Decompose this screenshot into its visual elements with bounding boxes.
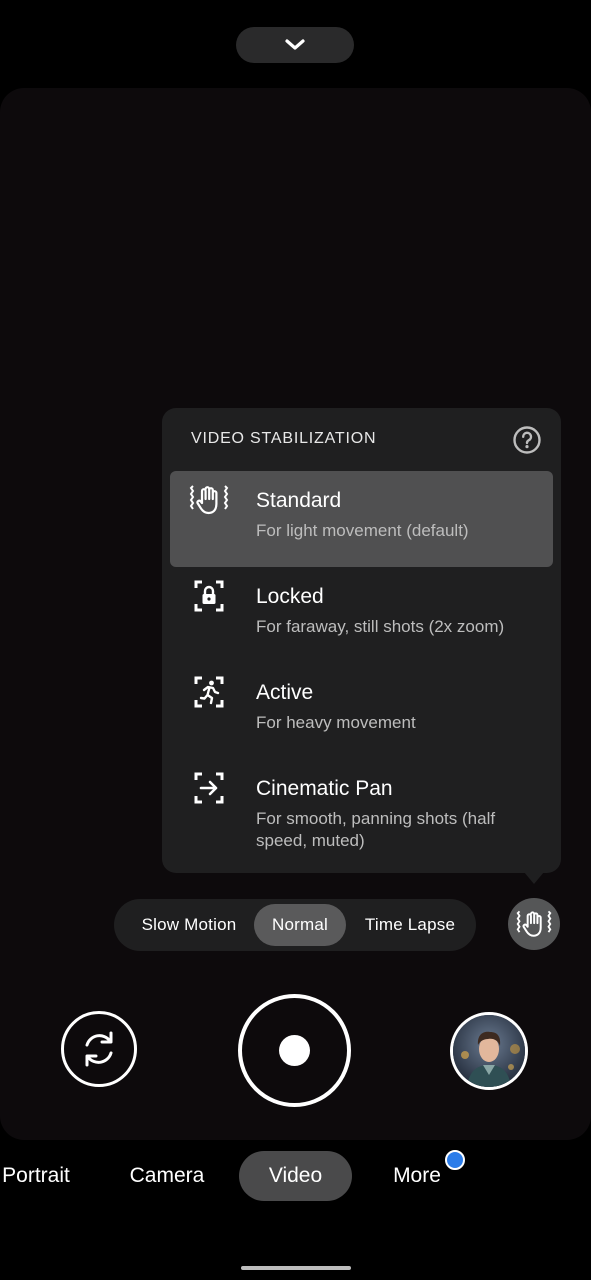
video-speed-selector: Slow Motion Normal Time Lapse <box>114 899 476 951</box>
speed-time-lapse[interactable]: Time Lapse <box>349 904 471 946</box>
option-title: Locked <box>256 585 324 608</box>
option-standard[interactable]: Standard For light movement (default) <box>170 471 553 567</box>
option-subtitle: For faraway, still shots (2x zoom) <box>256 617 505 636</box>
home-indicator[interactable] <box>241 1266 351 1270</box>
record-icon <box>279 1035 310 1066</box>
mode-camera[interactable]: Camera <box>121 1151 213 1201</box>
mode-portrait[interactable]: Portrait <box>0 1151 72 1201</box>
video-stabilization-panel: VIDEO STABILIZATION Standard For light m… <box>162 408 561 873</box>
panel-title: VIDEO STABILIZATION <box>191 430 377 447</box>
panel-pointer <box>524 872 544 884</box>
option-subtitle: For heavy movement <box>256 713 416 732</box>
arrow-frame-icon <box>194 772 224 804</box>
option-locked[interactable]: Locked For faraway, still shots (2x zoom… <box>170 567 553 663</box>
running-person-frame-icon <box>194 676 224 708</box>
option-title: Standard <box>256 489 342 512</box>
collapse-settings-button[interactable] <box>236 27 354 63</box>
gallery-thumbnail[interactable] <box>450 1012 528 1090</box>
hand-stabilization-icon <box>516 910 552 937</box>
option-title: Active <box>256 681 314 704</box>
option-active[interactable]: Active For heavy movement <box>170 663 553 759</box>
chevron-down-icon <box>285 39 305 50</box>
option-cinematic-pan[interactable]: Cinematic Pan For smooth, panning shots … <box>170 759 553 869</box>
lock-frame-icon <box>194 580 224 612</box>
notification-dot <box>445 1150 465 1170</box>
speed-slow-motion[interactable]: Slow Motion <box>124 904 254 946</box>
option-subtitle: For smooth, panning shots (half speed, m… <box>256 809 496 850</box>
help-circle-icon[interactable] <box>512 425 542 455</box>
mode-video[interactable]: Video <box>239 1151 352 1201</box>
hand-stabilization-icon <box>189 485 229 515</box>
flip-camera-button[interactable] <box>61 1011 137 1087</box>
flip-camera-icon <box>85 1031 113 1067</box>
photo-thumbnail-image <box>453 1015 525 1087</box>
option-subtitle: For light movement (default) <box>256 521 469 540</box>
mode-more[interactable]: More <box>384 1151 450 1201</box>
speed-normal[interactable]: Normal <box>254 904 346 946</box>
record-button[interactable] <box>238 994 351 1107</box>
option-title: Cinematic Pan <box>256 777 393 800</box>
stabilization-button[interactable] <box>508 898 560 950</box>
